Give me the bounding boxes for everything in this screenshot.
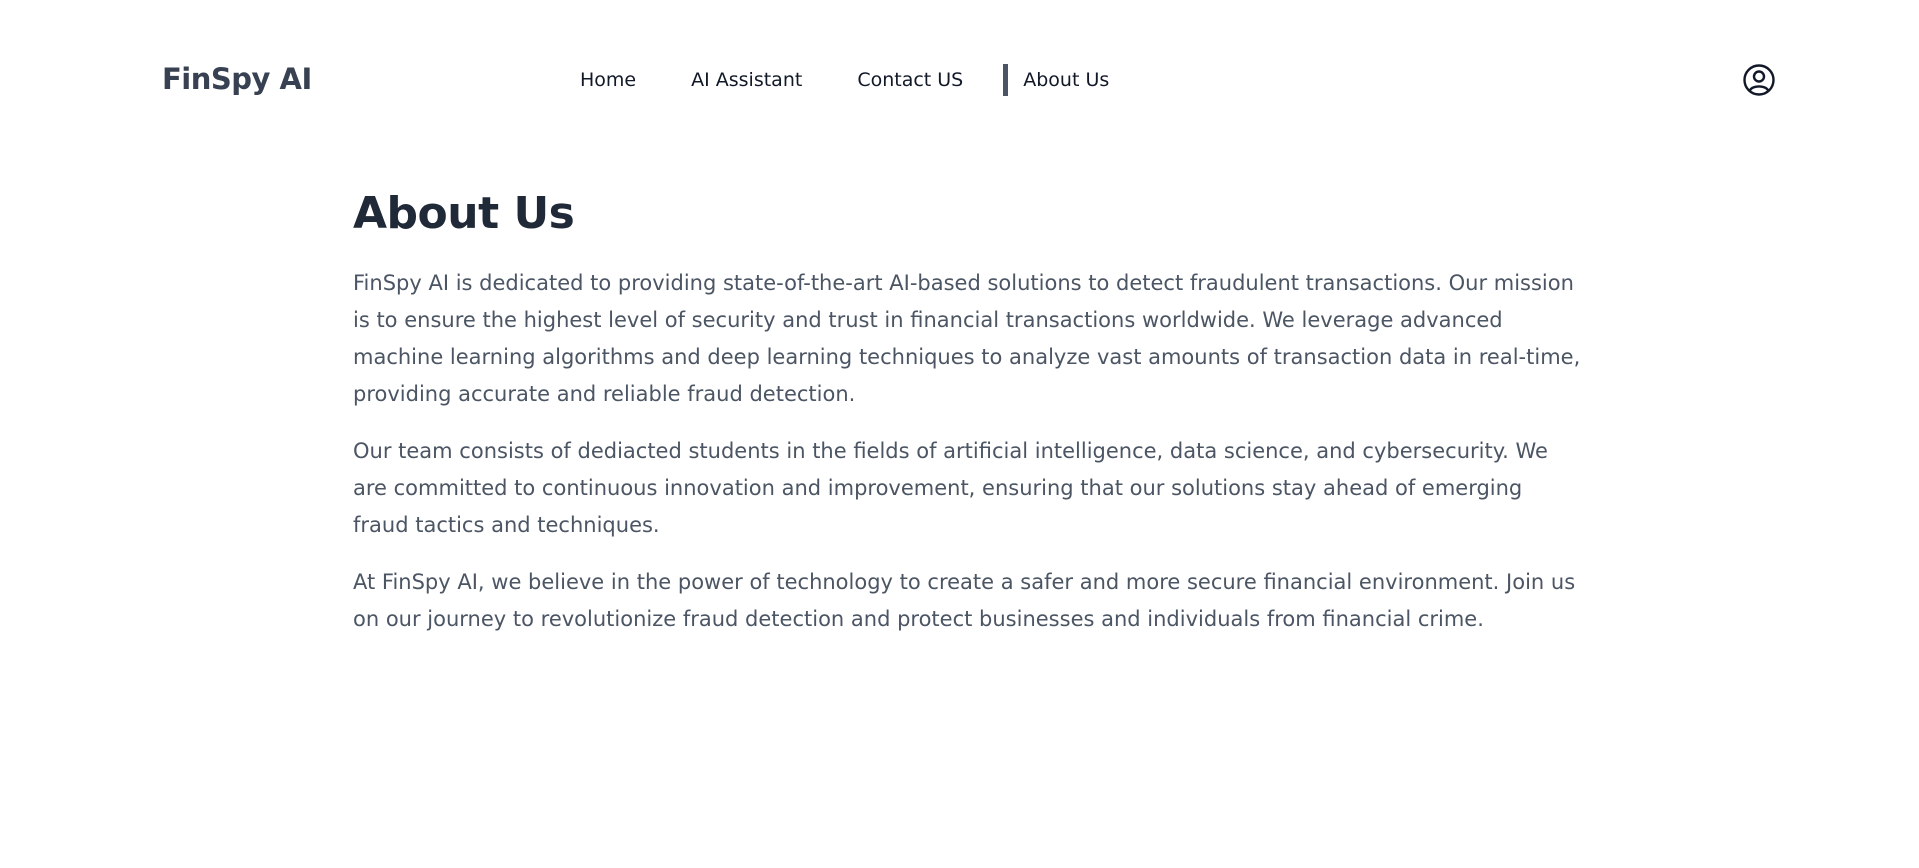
about-paragraph-team: Our team consists of dediacted students … <box>353 439 1548 537</box>
site-header: FinSpy AI Home AI Assistant Contact US A… <box>0 0 1919 160</box>
nav-contact-link[interactable]: Contact US <box>857 64 963 96</box>
nav-home-link[interactable]: Home <box>560 64 636 96</box>
user-circle-icon[interactable] <box>1742 63 1776 97</box>
main-nav: Home AI Assistant Contact US About Us <box>560 64 1109 96</box>
page-title: About Us <box>353 188 575 239</box>
about-content: About Us FinSpy AI is dedicated to provi… <box>353 185 1583 658</box>
nav-about-link[interactable]: About Us <box>1003 64 1109 96</box>
site-logo[interactable]: FinSpy AI <box>162 60 312 98</box>
about-paragraph-mission: FinSpy AI is dedicated to providing stat… <box>353 271 1581 406</box>
about-page: FinSpy AI Home AI Assistant Contact US A… <box>0 0 1919 868</box>
about-paragraph-vision: At FinSpy AI, we believe in the power of… <box>353 570 1576 631</box>
nav-ai-assistant-link[interactable]: AI Assistant <box>691 64 802 96</box>
